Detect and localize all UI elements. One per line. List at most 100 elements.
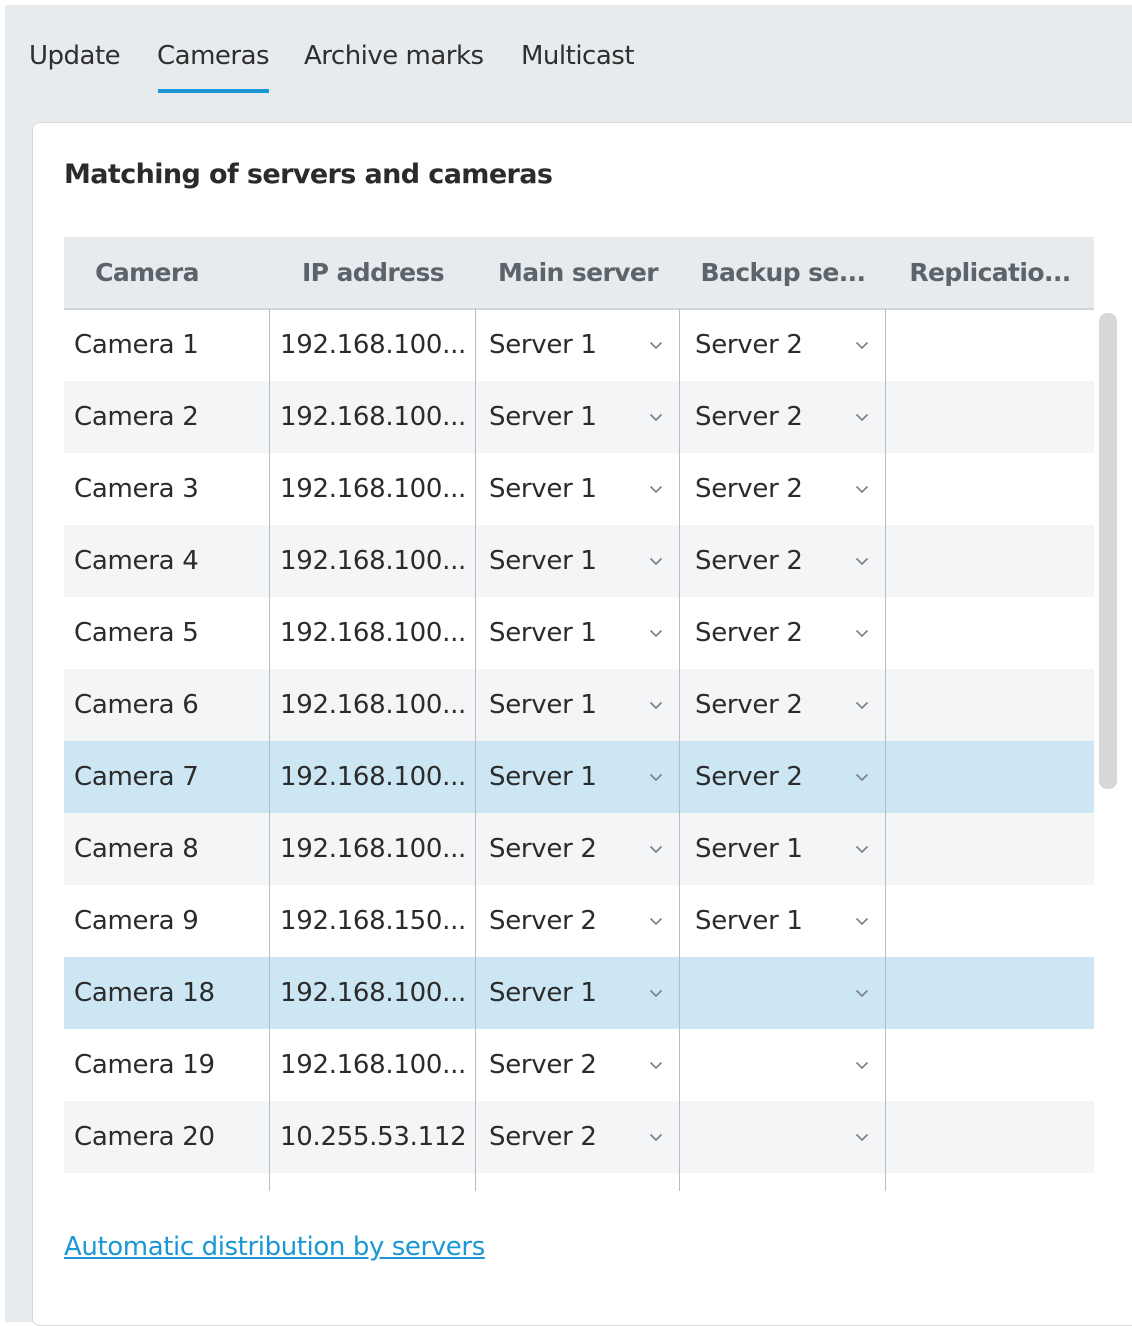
backup-server-select[interactable]: Server 2 (695, 597, 845, 669)
camera-name-cell: Camera 4 (74, 546, 199, 576)
chevron-down-icon[interactable] (644, 309, 668, 381)
backup-server-select[interactable] (695, 1101, 845, 1173)
replication-cell[interactable] (900, 381, 1080, 453)
main-server-select[interactable]: Server 2 (489, 813, 639, 885)
table-row[interactable]: Camera 6 192.168.100... Server 1 Server 2 (64, 669, 1094, 741)
table-row[interactable]: Camera 2 192.168.100... Server 1 Server 2 (64, 381, 1094, 453)
table-row[interactable]: Camera 1 192.168.100... Server 1 Server 2 (64, 309, 1094, 381)
chevron-down-icon[interactable] (644, 741, 668, 813)
column-divider (475, 309, 476, 1191)
main-server-select[interactable]: Server 1 (489, 741, 639, 813)
camera-name-cell: Camera 18 (74, 978, 215, 1008)
main-server-select[interactable]: Server 2 (489, 885, 639, 957)
backup-server-select[interactable]: Server 2 (695, 669, 845, 741)
chevron-down-icon[interactable] (644, 597, 668, 669)
table-row[interactable]: Camera 8 192.168.100... Server 2 Server 1 (64, 813, 1094, 885)
column-header-backup-server[interactable]: Backup se... (680, 237, 886, 308)
backup-server-select[interactable]: Server 1 (695, 885, 845, 957)
active-tab-indicator (158, 89, 270, 93)
ip-address-cell: 192.168.100... (280, 978, 467, 1008)
table-scrollbar[interactable] (1099, 313, 1117, 789)
replication-cell[interactable] (900, 741, 1080, 813)
chevron-down-icon[interactable] (644, 453, 668, 525)
chevron-down-icon[interactable] (850, 597, 874, 669)
chevron-down-icon[interactable] (644, 957, 668, 1029)
backup-server-select[interactable]: Server 2 (695, 381, 845, 453)
replication-cell[interactable] (900, 597, 1080, 669)
replication-cell[interactable] (900, 525, 1080, 597)
chevron-down-icon[interactable] (850, 813, 874, 885)
chevron-down-icon[interactable] (850, 669, 874, 741)
replication-cell[interactable] (900, 669, 1080, 741)
camera-name-cell: Camera 7 (74, 762, 199, 792)
replication-cell[interactable] (900, 453, 1080, 525)
backup-server-select[interactable] (695, 1029, 845, 1101)
backup-server-select[interactable]: Server 2 (695, 453, 845, 525)
chevron-down-icon[interactable] (850, 1029, 874, 1101)
chevron-down-icon[interactable] (644, 1101, 668, 1173)
tab-archive-marks[interactable]: Archive marks (304, 41, 484, 71)
chevron-down-icon[interactable] (850, 309, 874, 381)
tab-cameras[interactable]: Cameras (157, 41, 270, 93)
main-server-select[interactable]: Server 2 (489, 1101, 639, 1173)
main-server-select[interactable]: Server 1 (489, 381, 639, 453)
table-row[interactable]: Camera 18 192.168.100... Server 1 (64, 957, 1094, 1029)
ip-address-cell: 192.168.150... (280, 906, 467, 936)
backup-server-select[interactable] (695, 957, 845, 1029)
chevron-down-icon[interactable] (644, 885, 668, 957)
backup-server-select[interactable]: Server 1 (695, 813, 845, 885)
backup-server-select[interactable]: Server 2 (695, 525, 845, 597)
chevron-down-icon[interactable] (644, 669, 668, 741)
camera-name-cell: Camera 20 (74, 1122, 215, 1152)
main-server-select[interactable]: Server 1 (489, 525, 639, 597)
main-server-select[interactable]: Server 1 (489, 957, 639, 1029)
backup-server-select[interactable]: Server 2 (695, 741, 845, 813)
ip-address-cell: 192.168.100... (280, 546, 467, 576)
main-server-select[interactable]: Server 1 (489, 453, 639, 525)
replication-cell[interactable] (900, 813, 1080, 885)
tab-update[interactable]: Update (29, 41, 121, 71)
chevron-down-icon[interactable] (850, 957, 874, 1029)
chevron-down-icon[interactable] (644, 381, 668, 453)
tab-multicast[interactable]: Multicast (521, 41, 635, 71)
column-header-replication[interactable]: Replicatio... (886, 237, 1094, 308)
automatic-distribution-link[interactable]: Automatic distribution by servers (64, 1232, 485, 1262)
table-row[interactable]: Camera 20 10.255.53.112 Server 2 (64, 1101, 1094, 1173)
replication-cell[interactable] (900, 1029, 1080, 1101)
chevron-down-icon[interactable] (644, 813, 668, 885)
chevron-down-icon[interactable] (850, 381, 874, 453)
replication-cell[interactable] (900, 885, 1080, 957)
column-header-camera[interactable]: Camera (64, 237, 230, 308)
camera-name-cell: Camera 6 (74, 690, 199, 720)
chevron-down-icon[interactable] (850, 453, 874, 525)
ip-address-cell: 192.168.100... (280, 474, 467, 504)
ip-address-cell: 10.255.53.112 (280, 1122, 467, 1152)
table-row[interactable]: Camera 3 192.168.100... Server 1 Server 2 (64, 453, 1094, 525)
replication-cell[interactable] (900, 957, 1080, 1029)
table-row[interactable]: Camera 9 192.168.150... Server 2 Server 1 (64, 885, 1094, 957)
main-server-select[interactable]: Server 1 (489, 597, 639, 669)
backup-server-select[interactable]: Server 2 (695, 309, 845, 381)
table-row[interactable]: Camera 5 192.168.100... Server 1 Server 2 (64, 597, 1094, 669)
replication-cell[interactable] (900, 309, 1080, 381)
camera-name-cell: Camera 8 (74, 834, 199, 864)
chevron-down-icon[interactable] (850, 525, 874, 597)
chevron-down-icon[interactable] (644, 1029, 668, 1101)
tab-cameras-label: Cameras (157, 41, 270, 71)
panel-title: Matching of servers and cameras (64, 159, 553, 190)
camera-name-cell: Camera 3 (74, 474, 199, 504)
main-server-select[interactable]: Server 1 (489, 669, 639, 741)
table-row[interactable]: Camera 7 192.168.100... Server 1 Server 2 (64, 741, 1094, 813)
column-header-main-server[interactable]: Main server (476, 237, 680, 308)
table-row[interactable]: Camera 4 192.168.100... Server 1 Server 2 (64, 525, 1094, 597)
chevron-down-icon[interactable] (850, 885, 874, 957)
chevron-down-icon[interactable] (850, 741, 874, 813)
replication-cell[interactable] (900, 1101, 1080, 1173)
column-header-ip-address[interactable]: IP address (270, 237, 476, 308)
main-server-select[interactable]: Server 1 (489, 309, 639, 381)
table-row[interactable]: Camera 19 192.168.100... Server 2 (64, 1029, 1094, 1101)
main-server-select[interactable]: Server 2 (489, 1029, 639, 1101)
chevron-down-icon[interactable] (644, 525, 668, 597)
chevron-down-icon[interactable] (850, 1101, 874, 1173)
table-header: Camera IP address Main server Backup se.… (64, 237, 1094, 310)
